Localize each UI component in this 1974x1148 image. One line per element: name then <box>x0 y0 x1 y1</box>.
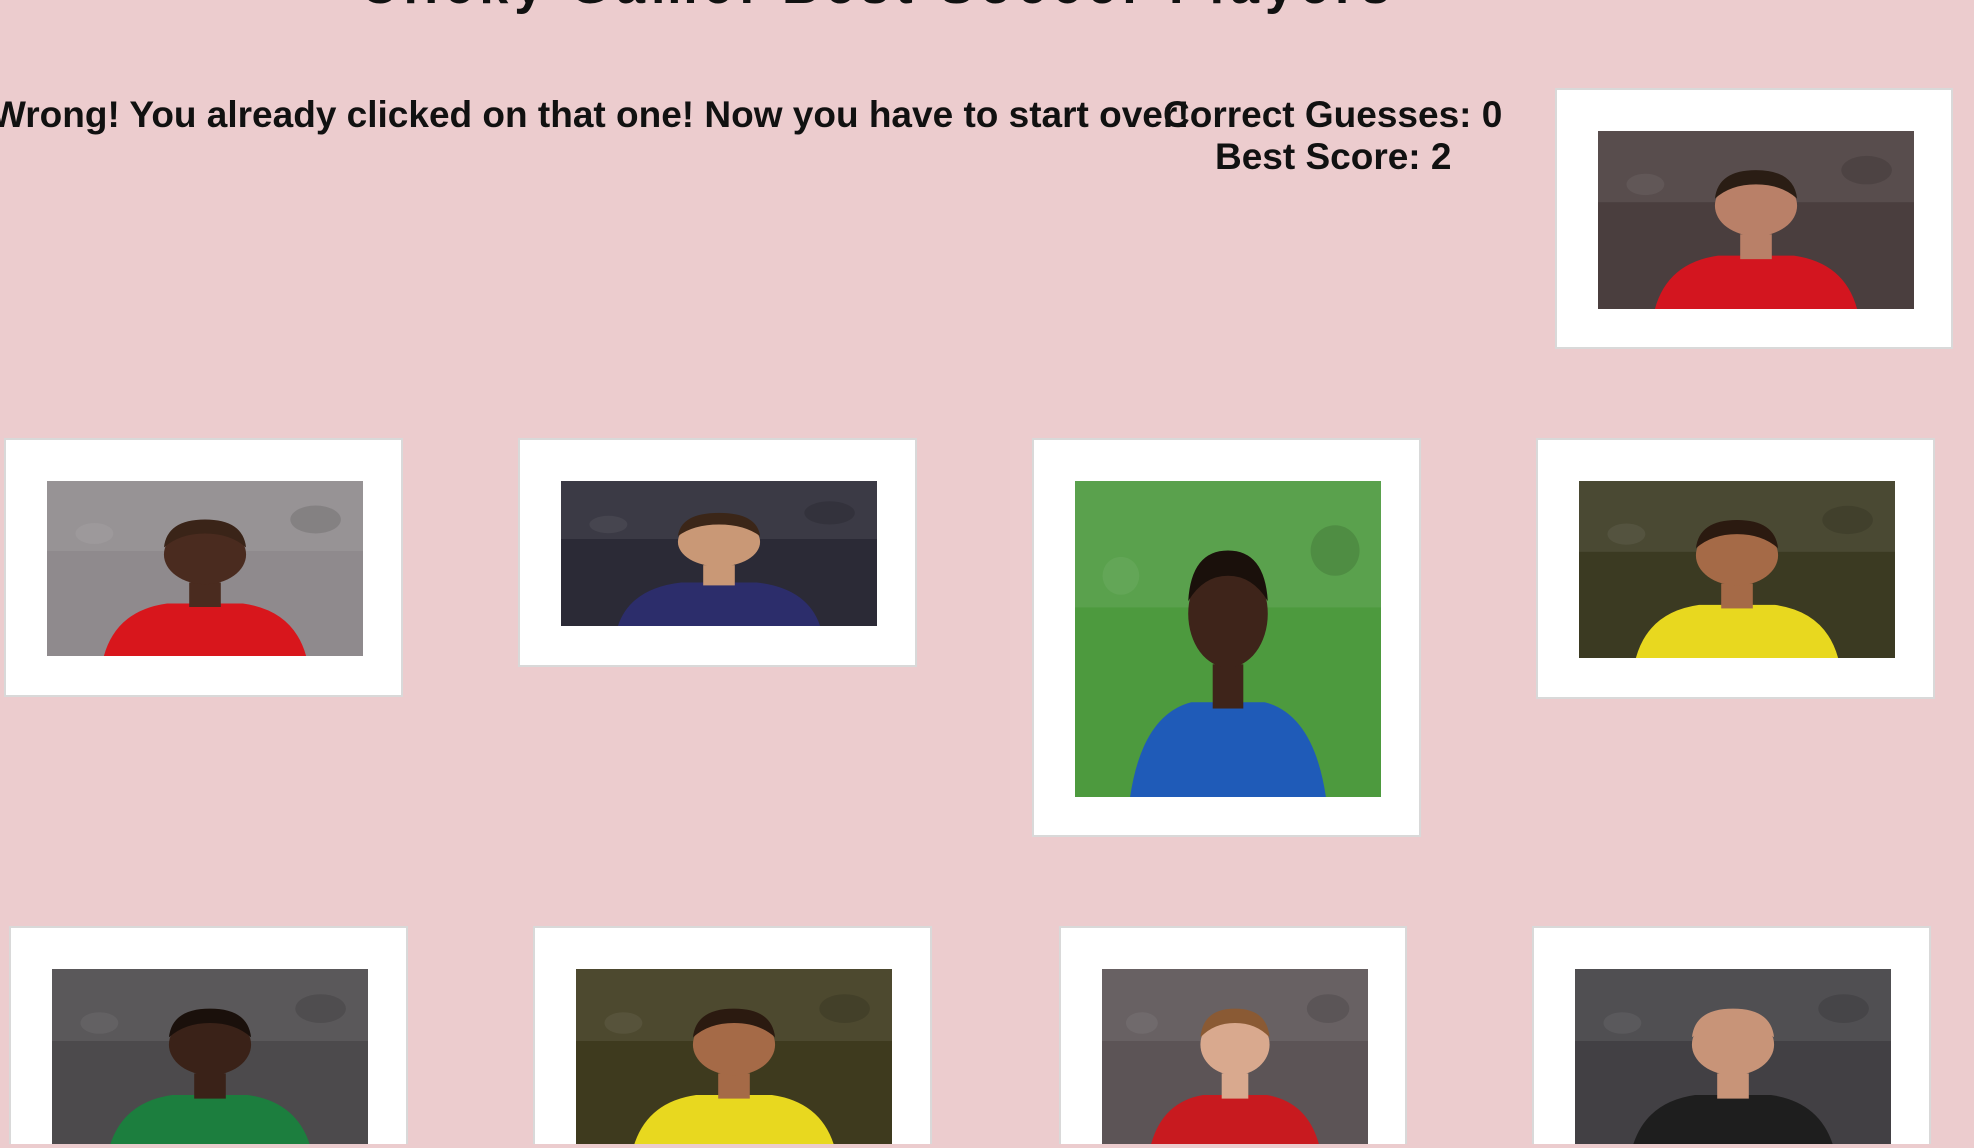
player-photo-david-beckham-icon <box>1102 969 1368 1148</box>
game-page: Clicky Game: Best Soccer Players Wrong! … <box>0 0 1974 1148</box>
player-card[interactable] <box>1532 926 1931 1148</box>
player-photo-samuel-etoo-icon <box>52 969 368 1148</box>
player-card[interactable] <box>518 438 917 667</box>
player-photo-zlatan-ibrahimovic-icon <box>1598 131 1914 309</box>
player-card[interactable] <box>9 926 408 1148</box>
player-photo-ronaldo-nazario-icon <box>1579 481 1895 658</box>
page-title: Clicky Game: Best Soccer Players <box>360 0 1396 16</box>
player-card[interactable] <box>1536 438 1935 699</box>
player-card[interactable] <box>533 926 932 1148</box>
player-card[interactable] <box>1555 88 1953 349</box>
player-photo-didier-drogba-icon <box>1075 481 1381 797</box>
correct-guesses-counter: Correct Guesses: 0 <box>1163 94 1503 135</box>
player-card[interactable] <box>1059 926 1407 1148</box>
player-photo-el-hadji-diouf-icon <box>47 481 363 656</box>
player-photo-ronaldo-brazil-icon <box>576 969 892 1148</box>
player-card[interactable] <box>4 438 403 697</box>
player-photo-lionel-messi-icon <box>561 481 877 626</box>
page-bottom-edge <box>0 1144 1974 1148</box>
player-photo-zinedine-zidane-icon <box>1575 969 1891 1148</box>
status-message: Wrong! You already clicked on that one! … <box>0 94 1190 135</box>
best-score-counter: Best Score: 2 <box>1215 136 1452 177</box>
player-card[interactable] <box>1032 438 1421 837</box>
